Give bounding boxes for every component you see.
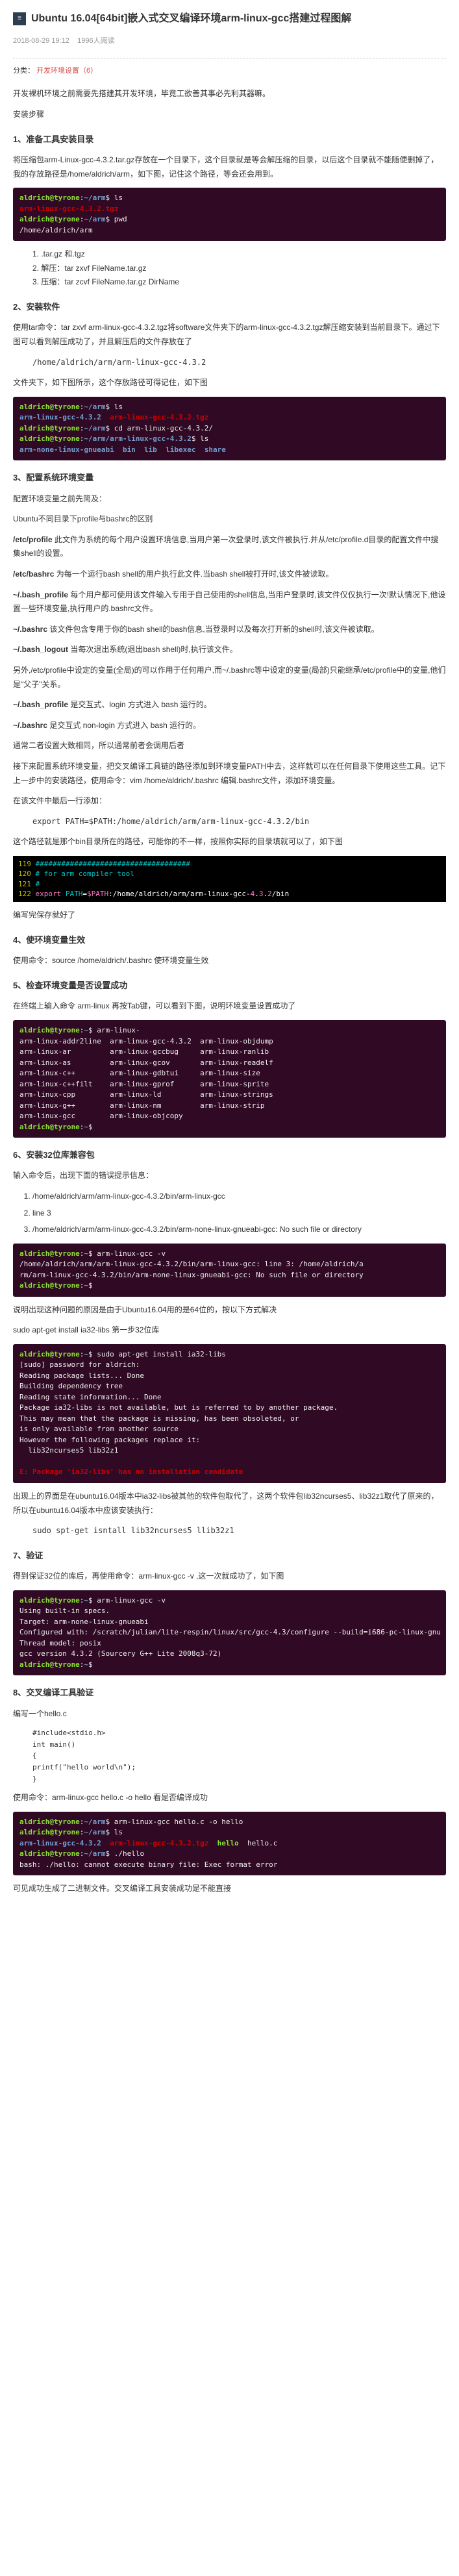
intro-text: 开发裸机环境之前需要先搭建其开发环境，毕竟工欲善其事必先利其器嘛。 [13, 87, 446, 101]
step2-title: 2、安装软件 [13, 299, 446, 314]
step1-p1: 将压缩包arm-Linux-gcc-4.3.2.tar.gz存放在一个目录下，这… [13, 153, 446, 181]
terminal-4: aldrich@tyrone:~$ arm-linux-gcc -v /home… [13, 1244, 446, 1297]
error-list: /home/aldrich/arm/arm-linux-gcc-4.3.2/bi… [32, 1190, 446, 1237]
hello-c-source: #include<stdio.h> int main() { printf("h… [32, 1727, 446, 1784]
terminal-6: aldrich@tyrone:~$ arm-linux-gcc -v Using… [13, 1590, 446, 1676]
step6-title: 6、安装32位库兼容包 [13, 1147, 446, 1162]
step2-p2: 文件夹下，如下图所示，这个存放路径可得记住，如下图 [13, 376, 446, 390]
post-meta: 2018-08-29 19:12 1996人阅读 [13, 35, 446, 48]
vim-editor: 119 ####################################… [13, 856, 446, 903]
terminal-2: aldrich@tyrone:~/arm$ ls arm-linux-gcc-4… [13, 397, 446, 461]
doc-icon: ≡ [13, 12, 26, 25]
step5-title: 5、检查环境变量是否设置成功 [13, 978, 446, 993]
category-row: 分类： 开发环境设置（6） [13, 65, 446, 78]
terminal-3: aldrich@tyrone:~$ arm-linux- arm-linux-a… [13, 1020, 446, 1138]
export-line: export PATH=$PATH:/home/aldrich/arm/arm-… [32, 815, 446, 829]
step3-title: 3、配置系统环境变量 [13, 470, 446, 485]
step1-title: 1、准备工具安装目录 [13, 132, 446, 147]
tar-list: 1. .tar.gz 和.tgz 2. 解压：tar zxvf FileName… [32, 247, 446, 290]
terminal-7: aldrich@tyrone:~/arm$ arm-linux-gcc hell… [13, 1812, 446, 1876]
steps-header: 安装步骤 [13, 108, 446, 122]
page-title: Ubuntu 16.04[64bit]嵌入式交叉编译环境arm-linux-gc… [31, 10, 351, 29]
step2-p1: 使用tar命令：tar zxvf arm-linux-gcc-4.3.2.tgz… [13, 321, 446, 349]
page-header: ≡ Ubuntu 16.04[64bit]嵌入式交叉编译环境arm-linux-… [13, 10, 446, 29]
category-link[interactable]: 开发环境设置（6） [36, 67, 97, 75]
terminal-1: aldrich@tyrone:~/arm$ ls arm-linux-gcc-4… [13, 188, 446, 241]
step7-title: 7、验证 [13, 1548, 446, 1563]
step4-title: 4、使环境变量生效 [13, 932, 446, 947]
terminal-5: aldrich@tyrone:~$ sudo apt-get install i… [13, 1344, 446, 1483]
install-path: /home/aldrich/arm/arm-linux-gcc-4.3.2 [32, 356, 446, 370]
step8-title: 8、交叉编译工具验证 [13, 1685, 446, 1700]
